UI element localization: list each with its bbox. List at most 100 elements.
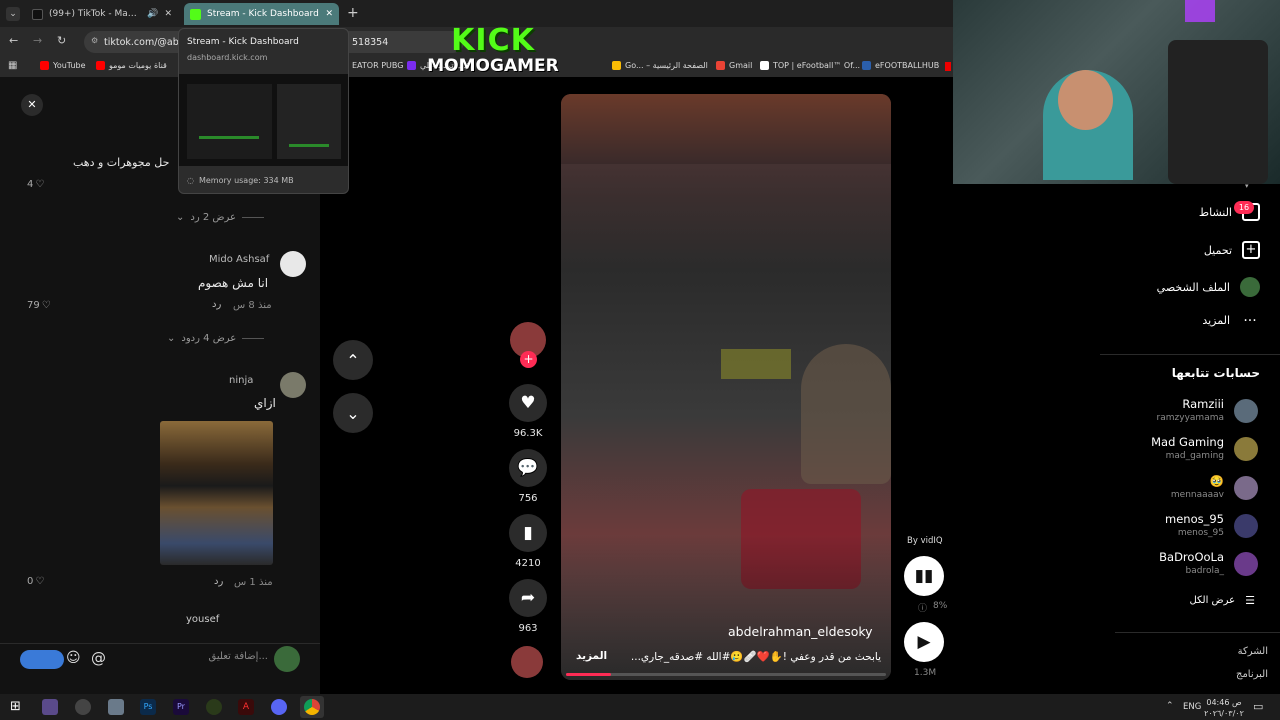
view-replies-button[interactable]: ⌄ عرض 4 ردود — [167, 333, 265, 344]
discord-icon[interactable] — [271, 699, 287, 715]
following-account[interactable]: Mad Gaming mad_gaming — [1151, 435, 1258, 463]
youtube-icon — [40, 61, 49, 70]
like-button[interactable]: ♥ — [509, 384, 547, 422]
xbox-icon[interactable] — [206, 699, 222, 715]
following-account[interactable]: Ramziii ramzyyamama — [1157, 397, 1258, 425]
start-icon[interactable]: ⊞ — [10, 699, 21, 715]
comment-input[interactable]: إضافة تعليق... — [112, 651, 268, 667]
bookmark-count: 4210 — [515, 558, 541, 569]
video-player[interactable]: abdelrahman_eldesoky يابحث من قدر وعفي !… — [561, 94, 891, 680]
memory-icon: ◌ — [187, 176, 194, 185]
reply-image[interactable] — [160, 421, 273, 565]
bookmark-efootball[interactable]: TOP | eFootball™ Of... — [760, 61, 860, 70]
notification-center-icon[interactable]: ▭ — [1253, 700, 1263, 713]
like-reply-button[interactable]: 0 ♡ — [27, 576, 44, 587]
share-button[interactable]: ➦ — [509, 579, 547, 617]
following-account[interactable]: BaDroOoLa badrola_ — [1159, 550, 1258, 578]
new-tab-button[interactable]: + — [347, 5, 359, 21]
acrobat-icon[interactable]: A — [238, 699, 254, 715]
nav-more[interactable]: المزيد ··· — [1202, 314, 1260, 328]
nav-upload[interactable]: تحميل + — [1204, 241, 1260, 259]
like-reply-button[interactable]: 79 ♡ — [27, 300, 51, 311]
follow-plus-icon[interactable]: + — [520, 351, 537, 368]
upload-icon: + — [1242, 241, 1260, 259]
bookmark-efootballhub[interactable]: eFOOTBALLHUB — [862, 61, 939, 70]
bookmark-google[interactable]: Go... – الصفحة الرئيسية — [612, 61, 708, 70]
thumbnail-bar — [289, 144, 329, 147]
next-video-button[interactable]: ⌄ — [333, 393, 373, 433]
footer-link[interactable]: الشركة — [1238, 646, 1268, 657]
tray-chevron-icon[interactable]: ⌃ — [1166, 701, 1174, 711]
video-author[interactable]: abdelrahman_eldesoky — [728, 624, 873, 639]
site-info-icon[interactable]: ⚙ — [91, 36, 98, 45]
avatar[interactable] — [280, 251, 306, 277]
premiere-icon[interactable]: Pr — [173, 699, 189, 715]
efootball-icon — [760, 61, 769, 70]
divider — [1100, 354, 1280, 355]
footer-link[interactable]: البرنامج — [1236, 669, 1268, 680]
reply-button[interactable]: رد — [212, 299, 221, 310]
reply-author[interactable]: ninja — [229, 375, 253, 386]
reload-icon[interactable]: ↻ — [57, 34, 66, 47]
chevron-down-icon: ⌄ — [346, 403, 360, 423]
bookmark-gmail[interactable]: Gmail — [716, 61, 752, 70]
avatar — [1234, 514, 1258, 538]
speaker-icon[interactable]: 🔊 — [147, 9, 158, 19]
reply-text: انا مش هصوم — [198, 276, 269, 290]
info-icon: ⓘ — [918, 604, 928, 614]
emoji-icon[interactable]: ☺ — [66, 650, 81, 666]
video-frame-top — [561, 94, 891, 164]
bookmark-momo[interactable]: قناة يوميات مومو — [96, 61, 167, 70]
play-button[interactable]: ▶ — [904, 622, 944, 662]
app-icon[interactable] — [108, 699, 124, 715]
hub-icon — [862, 61, 871, 70]
tab-kick[interactable]: Stream - Kick Dashboard ✕ — [184, 3, 339, 25]
bookmark-pubg[interactable]: EATOR PUBG — [352, 61, 403, 70]
following-account[interactable]: menos_95 menos_95 — [1165, 512, 1258, 540]
comment-button[interactable]: 💬 — [509, 449, 547, 487]
forward-icon[interactable]: → — [33, 34, 42, 47]
previous-video-button[interactable]: ⌃ — [333, 340, 373, 380]
avatar[interactable] — [280, 372, 306, 398]
chrome-taskbar-button[interactable] — [300, 696, 324, 718]
apps-icon[interactable]: ▦ — [8, 60, 17, 71]
close-tab-icon[interactable]: ✕ — [164, 9, 172, 19]
webcam-figure — [1058, 70, 1113, 130]
view-count: 1.3M — [914, 668, 937, 678]
show-all-button[interactable]: عرض الكل ☰ — [1189, 594, 1255, 607]
clock[interactable]: 04:46 ص ٢٠٢٦/٠٣/٠٢ — [1204, 697, 1244, 719]
language-indicator[interactable]: ENG — [1183, 702, 1201, 712]
nav-profile[interactable]: الملف الشخصي — [1157, 277, 1260, 297]
reply-author[interactable]: Mido Ashsaf — [209, 254, 269, 265]
progress-track[interactable] — [566, 673, 886, 676]
like-comment-button[interactable]: 4 ♡ — [27, 179, 44, 190]
bookmark-youtube[interactable]: YouTube — [40, 61, 86, 70]
tab-search-button[interactable]: ⌄ — [6, 7, 20, 21]
back-icon[interactable]: ← — [9, 34, 18, 47]
reply-button[interactable]: رد — [214, 576, 223, 587]
view-replies-button[interactable]: ⌄ عرض 2 رد — [176, 212, 264, 223]
reply-author[interactable]: yousef — [186, 614, 219, 625]
music-disc-icon[interactable] — [511, 646, 543, 678]
overflow-bookmark-icon[interactable] — [945, 62, 951, 71]
close-button[interactable]: ✕ — [21, 94, 43, 116]
following-account[interactable]: 🥹 mennaaaav — [1171, 474, 1258, 502]
extension-toggle[interactable] — [20, 650, 64, 669]
capture-icon[interactable] — [75, 699, 91, 715]
photoshop-icon[interactable]: Ps — [140, 699, 156, 715]
heart-outline-icon: ♡ — [35, 179, 45, 190]
avatar — [1234, 476, 1258, 500]
bookmark-button[interactable]: ▮ — [509, 514, 547, 552]
bookmark-icon: ▮ — [523, 523, 533, 543]
divider — [242, 338, 265, 339]
vidiq-stats-button[interactable]: ▮▮ — [904, 556, 944, 596]
preview-domain: dashboard.kick.com — [187, 53, 268, 62]
mention-button[interactable]: @ — [91, 649, 106, 667]
avatar — [274, 646, 300, 672]
webcam-chair — [1168, 40, 1268, 184]
tab-tiktok[interactable]: (99+) TikTok - Make Your Day 🔊 ✕ — [26, 3, 178, 25]
video-frame-detail — [801, 344, 891, 484]
obs-icon[interactable] — [42, 699, 58, 715]
close-tab-icon[interactable]: ✕ — [325, 9, 333, 19]
more-button[interactable]: المزيد — [576, 650, 607, 662]
